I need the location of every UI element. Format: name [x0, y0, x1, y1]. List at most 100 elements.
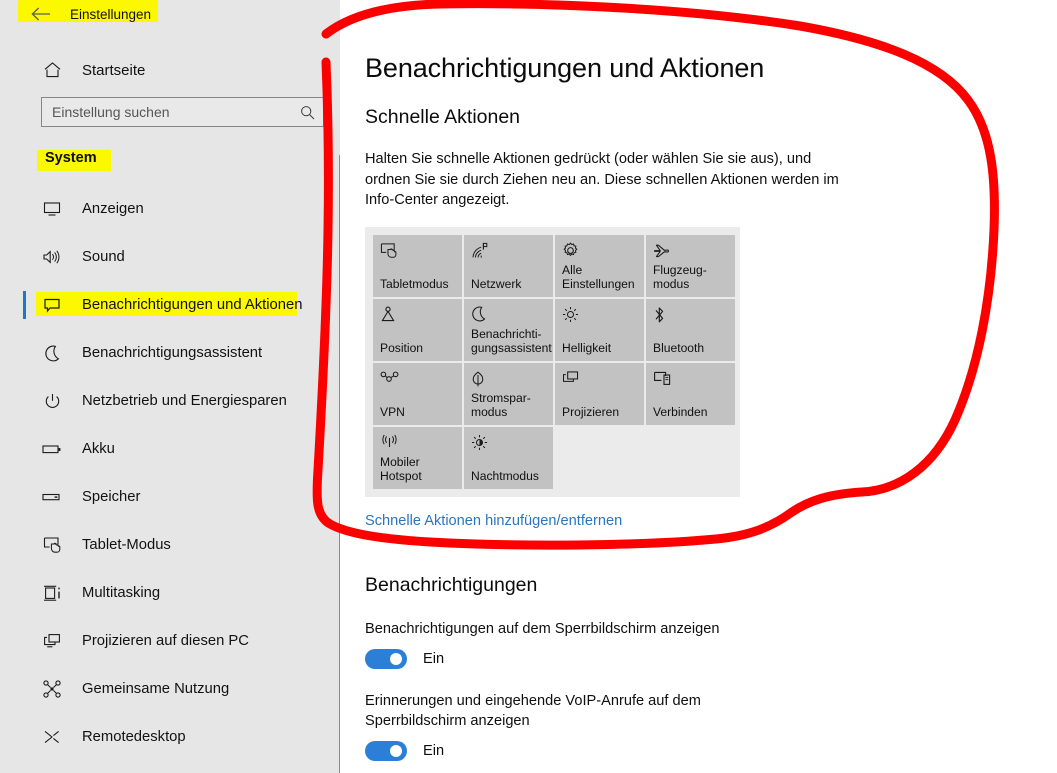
- remote-desktop-icon: [41, 729, 63, 745]
- toggle-lockscreen-reminders-voip[interactable]: [365, 740, 407, 761]
- search-box[interactable]: [41, 97, 324, 127]
- toggle-knob: [390, 652, 402, 665]
- sidebar-nav-list: Anzeigen Sound Benachrichtigungen und Ak…: [0, 185, 340, 761]
- quick-action-label: Bluetooth: [653, 340, 705, 355]
- quick-action-tile-nachtmodus[interactable]: Nachtmodus: [464, 426, 553, 489]
- quick-action-tile-empty: [555, 427, 644, 489]
- toggle-lockscreen-notifications[interactable]: [365, 648, 407, 669]
- sidebar-item-label: Akku: [82, 441, 115, 457]
- project-screen-icon: [41, 633, 63, 649]
- window-titlebar: Einstellungen: [0, 0, 340, 28]
- sidebar-item-akku[interactable]: Akku: [0, 425, 340, 473]
- setting-label: Benachrichtigungen auf dem Sperrbildschi…: [365, 620, 720, 637]
- sidebar-item-label: Remotedesktop: [82, 729, 186, 745]
- speaker-icon: [41, 249, 63, 265]
- quick-action-tile-mobiler-hotspot[interactable]: Mobiler Hotspot: [373, 426, 462, 489]
- quick-actions-panel: Tabletmodus Netzwerk Alle Einstellungen …: [365, 226, 740, 497]
- sidebar-item-label: Gemeinsame Nutzung: [82, 681, 230, 697]
- airplane-icon: [653, 242, 729, 262]
- wifi-icon: [471, 242, 547, 262]
- toggle-state-label: Ein: [423, 742, 445, 759]
- quick-action-tile-stromsparmodus[interactable]: Stromspar-modus: [464, 362, 553, 425]
- quick-action-label: Benachrichti-gungsassistent: [471, 327, 552, 355]
- quick-action-tile-alle-einstellungen[interactable]: Alle Einstellungen: [555, 234, 644, 297]
- search-input[interactable]: [52, 104, 300, 120]
- settings-window: Einstellungen Startseite System: [0, 0, 1057, 773]
- share-icon: [41, 680, 63, 698]
- search-icon[interactable]: [300, 105, 315, 120]
- selection-accent-bar: [23, 291, 26, 319]
- quick-action-tile-bluetooth[interactable]: Bluetooth: [646, 298, 735, 361]
- location-icon: [380, 306, 456, 326]
- quick-action-tile-vpn[interactable]: VPN: [373, 362, 462, 425]
- quick-action-tile-projizieren[interactable]: Projizieren: [555, 362, 644, 425]
- sidebar-item-tablet-modus[interactable]: Tablet-Modus: [0, 521, 340, 569]
- sidebar-item-label: Anzeigen: [82, 201, 144, 217]
- main-content: Benachrichtigungen und Aktionen Schnelle…: [340, 0, 1057, 773]
- sidebar-item-home[interactable]: Startseite: [0, 50, 340, 90]
- toggle-knob: [390, 744, 402, 757]
- back-arrow-icon[interactable]: [30, 3, 52, 25]
- tablet-touch-icon: [41, 536, 63, 554]
- storage-icon: [41, 491, 63, 503]
- quick-action-label: Position: [380, 340, 424, 355]
- setting-label: Erinnerungen und eingehende VoIP-Anrufe …: [365, 692, 701, 729]
- quick-action-tile-tabletmodus[interactable]: Tabletmodus: [373, 234, 462, 297]
- sidebar-item-label: Tablet-Modus: [82, 537, 171, 553]
- quick-action-tile-flugzeugmodus[interactable]: Flugzeug-modus: [646, 234, 735, 297]
- sidebar-group-label: System: [45, 150, 97, 166]
- sidebar: Einstellungen Startseite System: [0, 0, 341, 773]
- monitor-icon: [41, 201, 63, 217]
- quick-action-label: Netzwerk: [471, 276, 522, 291]
- toggle-row: Ein: [365, 740, 785, 761]
- page-title: Benachrichtigungen und Aktionen: [365, 53, 765, 83]
- quick-action-tile-netzwerk[interactable]: Netzwerk: [464, 234, 553, 297]
- sidebar-item-benachrichtigungen-und-aktionen[interactable]: Benachrichtigungen und Aktionen: [0, 281, 340, 329]
- quick-action-label: Projizieren: [562, 404, 620, 419]
- quick-actions-description: Halten Sie schnelle Aktionen gedrückt (o…: [365, 151, 839, 208]
- quick-action-tile-position[interactable]: Position: [373, 298, 462, 361]
- quick-action-label: Verbinden: [653, 404, 708, 419]
- quick-action-label: Helligkeit: [562, 340, 612, 355]
- setting-lockscreen-notifications: Benachrichtigungen auf dem Sperrbildschi…: [365, 619, 785, 669]
- sidebar-item-anzeigen[interactable]: Anzeigen: [0, 185, 340, 233]
- quick-action-label: Nachtmodus: [471, 468, 539, 483]
- project-screen-icon: [562, 370, 638, 390]
- sidebar-item-netzbetrieb-und-energiesparen[interactable]: Netzbetrieb und Energiesparen: [0, 377, 340, 425]
- sidebar-item-remotedesktop[interactable]: Remotedesktop: [0, 713, 340, 761]
- moon-icon: [471, 306, 547, 326]
- sidebar-item-label: Benachrichtigungen und Aktionen: [82, 297, 303, 313]
- sidebar-item-label: Benachrichtigungsassistent: [82, 345, 263, 361]
- quick-actions-heading: Schnelle Aktionen: [365, 106, 521, 128]
- home-icon: [41, 62, 63, 78]
- night-light-icon: [471, 434, 547, 454]
- multitasking-icon: [41, 585, 63, 602]
- window-title: Einstellungen: [70, 6, 152, 22]
- sidebar-item-multitasking[interactable]: Multitasking: [0, 569, 340, 617]
- quick-action-label: Stromspar-modus: [471, 391, 531, 419]
- sidebar-home-label: Startseite: [82, 61, 146, 79]
- quick-action-label: Tabletmodus: [380, 276, 449, 291]
- battery-saver-icon: [471, 370, 547, 390]
- notification-icon: [41, 297, 63, 313]
- add-remove-quick-actions-link[interactable]: Schnelle Aktionen hinzufügen/entfernen: [365, 513, 622, 529]
- setting-lockscreen-reminders-voip: Erinnerungen und eingehende VoIP-Anrufe …: [365, 691, 785, 761]
- sidebar-item-benachrichtigungsassistent[interactable]: Benachrichtigungsassistent: [0, 329, 340, 377]
- moon-icon: [41, 345, 63, 362]
- toggle-state-label: Ein: [423, 650, 445, 667]
- brightness-icon: [562, 306, 638, 326]
- sidebar-item-sound[interactable]: Sound: [0, 233, 340, 281]
- quick-action-label: Alle Einstellungen: [562, 263, 635, 291]
- sidebar-item-projizieren-auf-diesen-pc[interactable]: Projizieren auf diesen PC: [0, 617, 340, 665]
- connect-device-icon: [653, 370, 729, 390]
- sidebar-item-gemeinsame-nutzung[interactable]: Gemeinsame Nutzung: [0, 665, 340, 713]
- power-icon: [41, 393, 63, 410]
- sidebar-item-label: Speicher: [82, 489, 141, 505]
- quick-action-tile-benachrichtigungsassistent[interactable]: Benachrichti-gungsassistent: [464, 298, 553, 361]
- quick-action-tile-helligkeit[interactable]: Helligkeit: [555, 298, 644, 361]
- sidebar-item-speicher[interactable]: Speicher: [0, 473, 340, 521]
- sidebar-group-header: System: [37, 149, 111, 171]
- quick-action-tile-verbinden[interactable]: Verbinden: [646, 362, 735, 425]
- quick-actions-grid: Tabletmodus Netzwerk Alle Einstellungen …: [373, 234, 740, 489]
- sidebar-item-label: Netzbetrieb und Energiesparen: [82, 393, 287, 409]
